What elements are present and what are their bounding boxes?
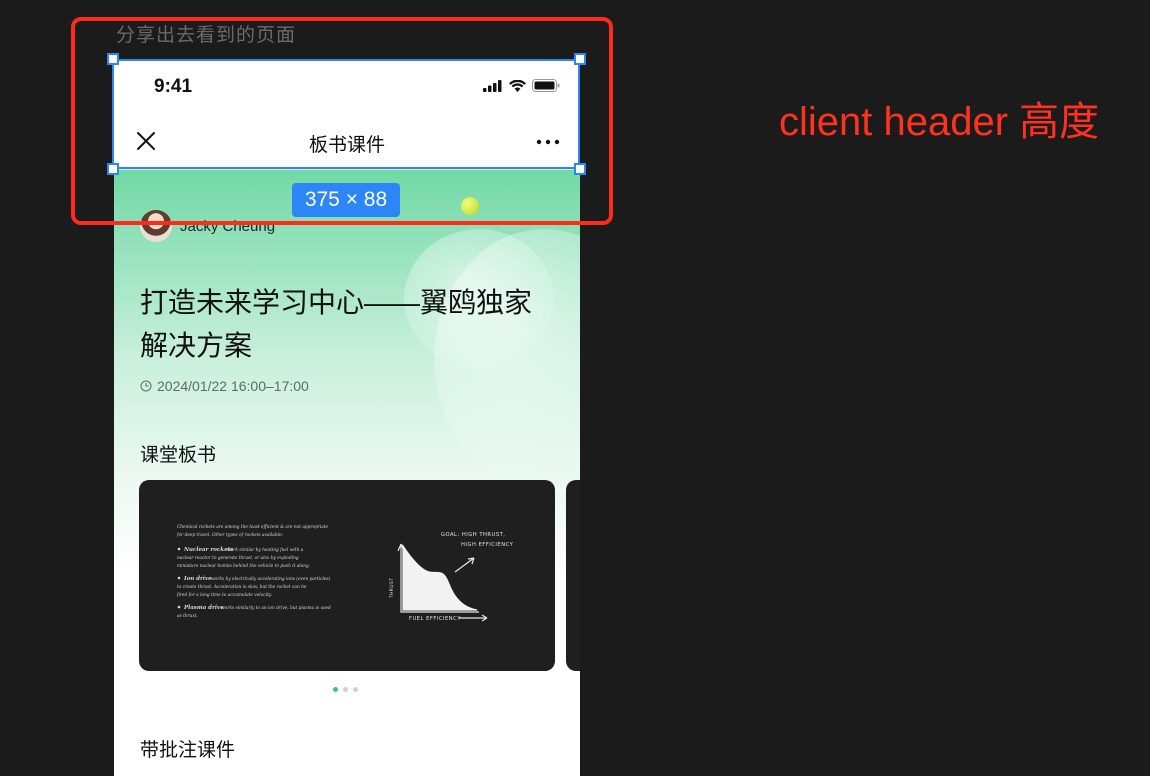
board-chart-ylabel: THRUST	[389, 578, 395, 599]
bullet-dot	[177, 605, 181, 609]
bullet-dot	[177, 576, 181, 580]
carousel-dots	[333, 687, 358, 692]
board-note-line: work similar by heating fuel with a	[227, 548, 304, 553]
board-bullet-title: Ion drive	[183, 576, 212, 582]
board-image: Chemical rockets are among the least eff…	[176, 525, 514, 622]
highlight-box	[71, 17, 613, 225]
carousel-dot-active[interactable]	[333, 687, 338, 692]
annotation-label: client header 高度	[779, 100, 1100, 144]
carousel-dot[interactable]	[343, 687, 348, 692]
board-note-line: for deep travel. Other types of rockets …	[176, 533, 284, 538]
bullet-dot	[177, 547, 181, 551]
board-image-card-next[interactable]	[566, 480, 580, 671]
board-note-line: Chemical rockets are among the least eff…	[177, 525, 329, 530]
board-note-line: works by electrically accelerating ions …	[211, 577, 331, 582]
page-title: 打造未来学习中心——翼鸥独家 解决方案	[140, 281, 560, 367]
board-bullet-title: Plasma drive	[183, 605, 224, 611]
carousel-dot[interactable]	[353, 687, 358, 692]
board-bullet-title: Nuclear rockets	[183, 547, 233, 553]
board-image-card[interactable]: Chemical rockets are among the least eff…	[139, 480, 555, 671]
clock-icon	[140, 380, 152, 392]
board-sketch-chart	[397, 543, 488, 622]
section-title-board: 课堂板书	[140, 445, 217, 466]
board-chart-goal: GOAL: HIGH THRUST,	[441, 532, 505, 538]
board-note-line: to create thrust. Acceleration is slow, …	[177, 585, 307, 590]
board-note-line: as thrust.	[177, 614, 198, 619]
board-note-line: nuclear reactor to generate thrust, or a…	[177, 556, 299, 561]
board-chart-xlabel: FUEL EFFICIENCY	[409, 616, 461, 622]
title-line-2: 解决方案	[140, 330, 253, 361]
board-note-line: miniature nuclear bombs behind the vehic…	[177, 564, 310, 569]
board-note-line: works similarly to an ion drive, but pla…	[221, 606, 331, 611]
title-line-1: 打造未来学习中心——翼鸥独家	[140, 287, 533, 318]
event-datetime: 2024/01/22 16:00–17:00	[140, 378, 309, 394]
board-note-line: fired for a long time to accumulate velo…	[176, 593, 272, 598]
board-chart-goal-2: HIGH EFFICIENCY	[461, 542, 514, 548]
datetime-text: 2024/01/22 16:00–17:00	[157, 378, 309, 394]
section-title-annotated: 带批注课件	[140, 740, 236, 761]
